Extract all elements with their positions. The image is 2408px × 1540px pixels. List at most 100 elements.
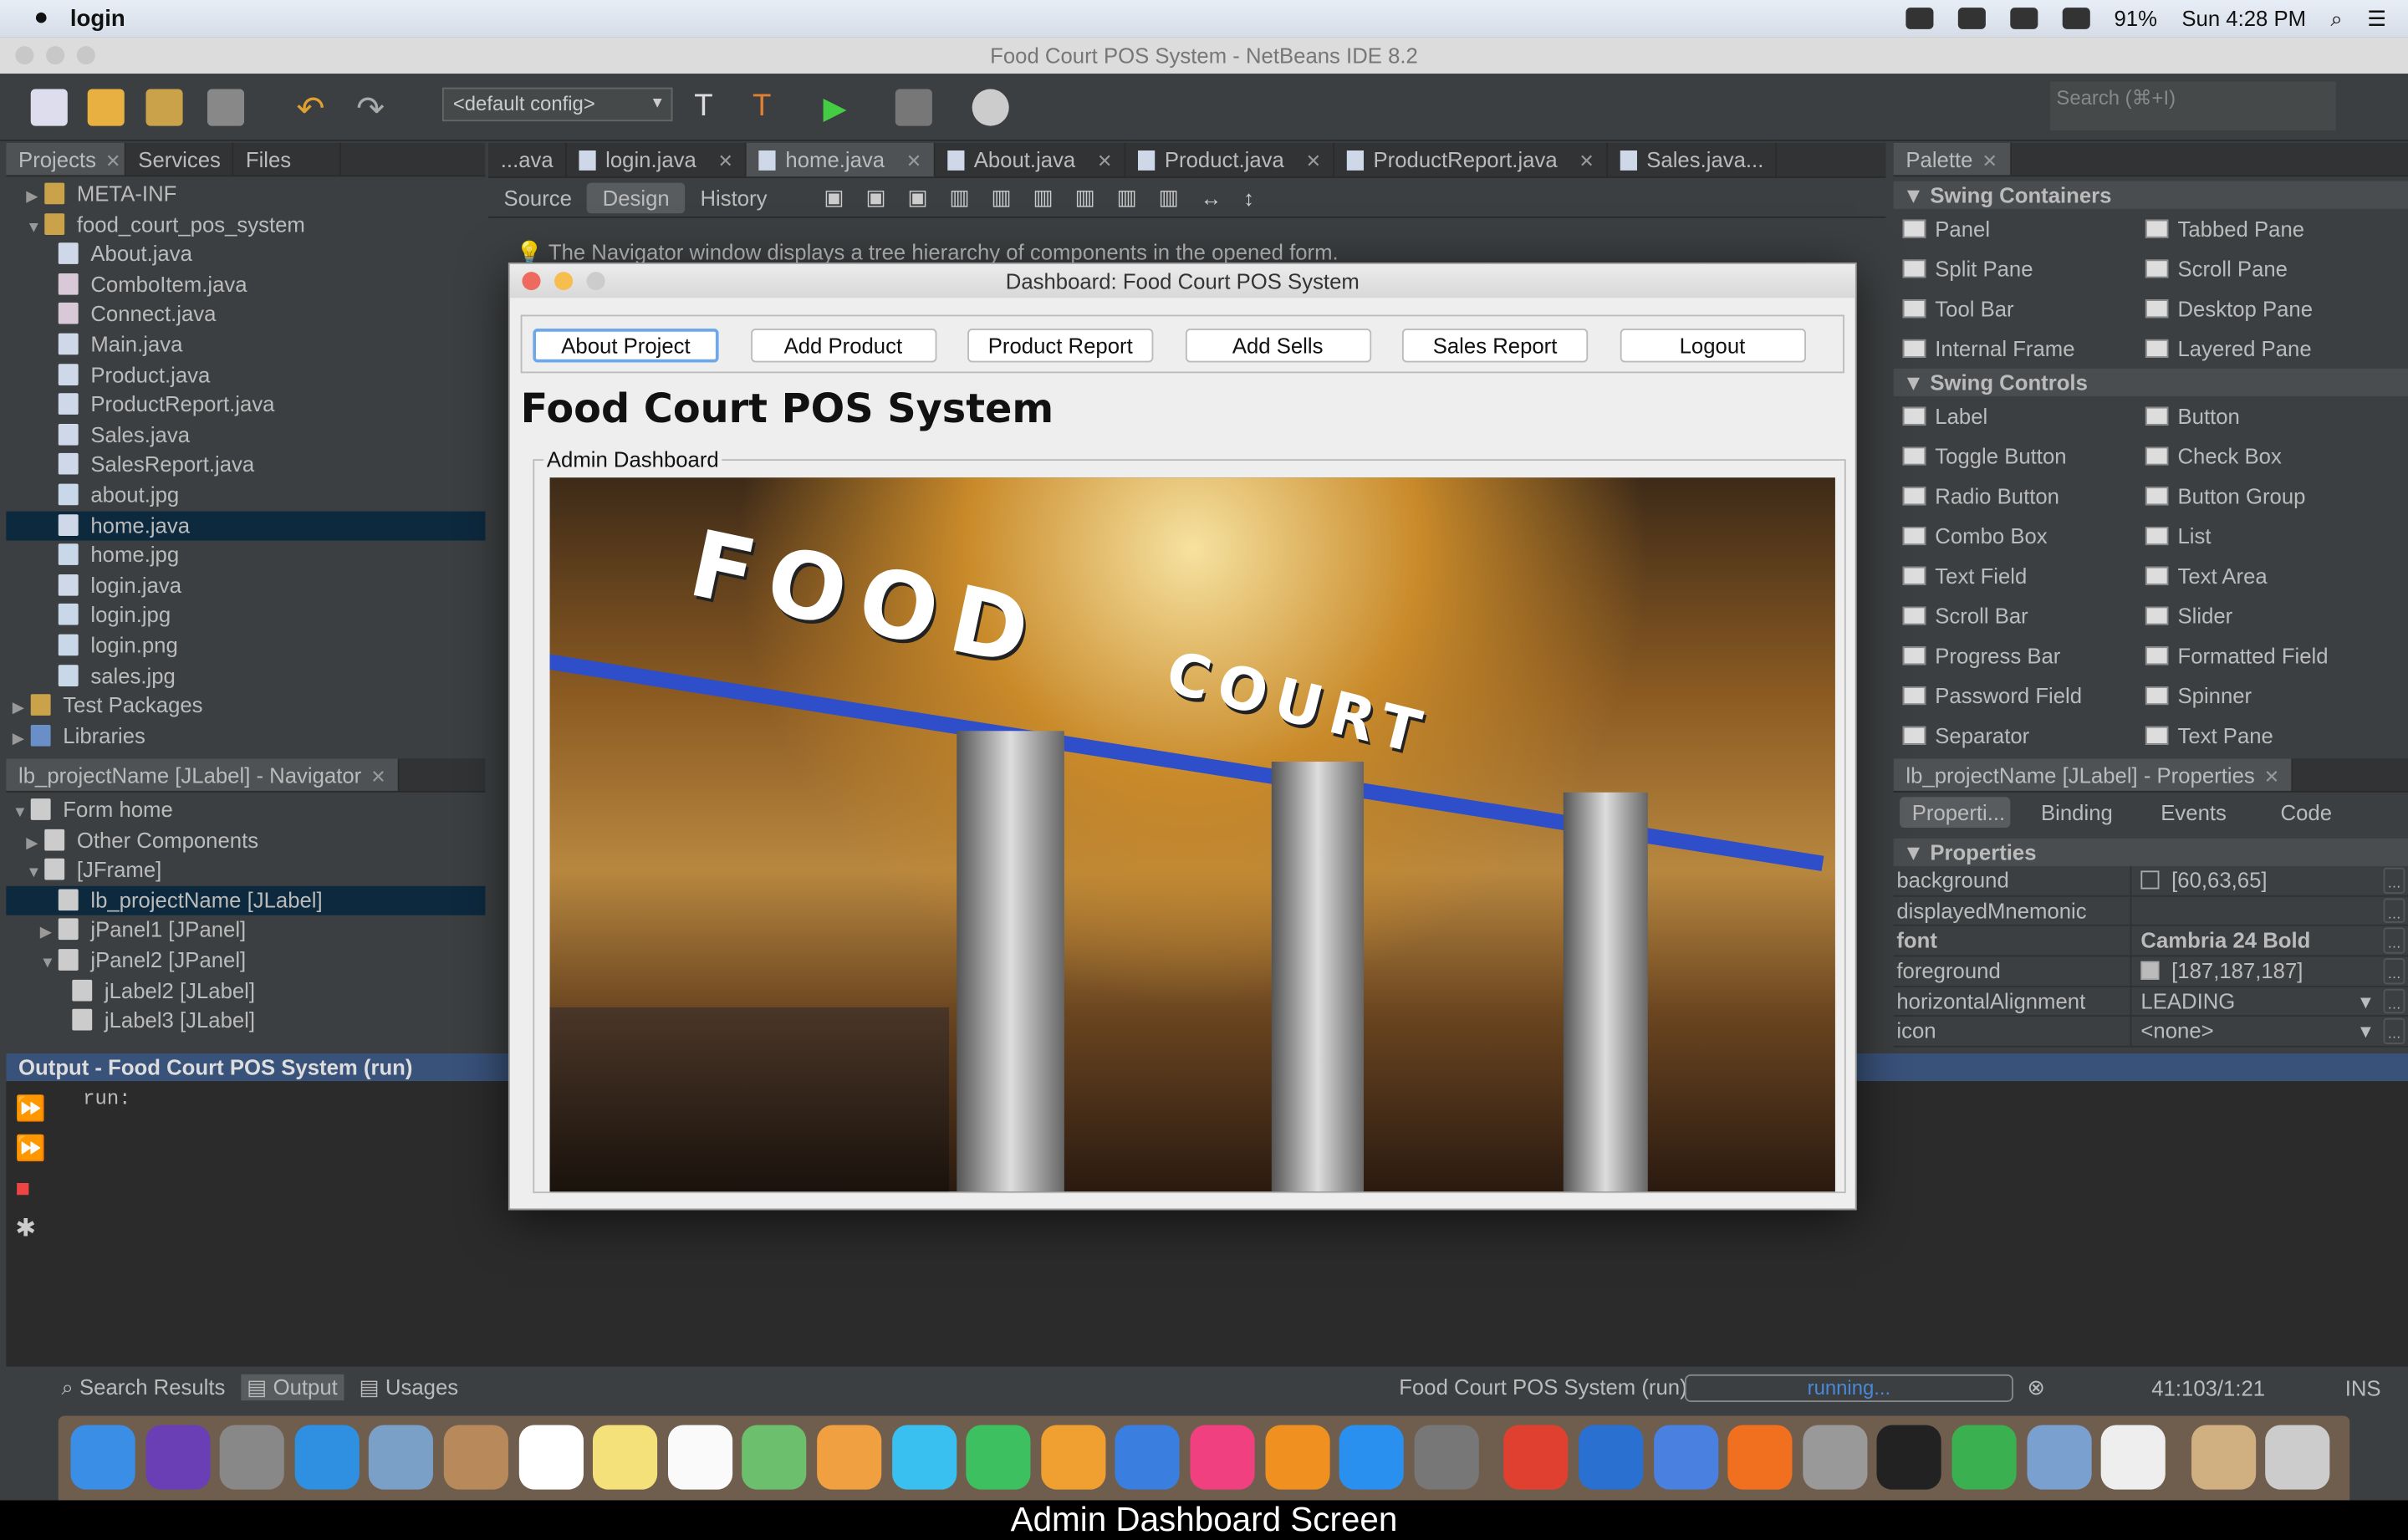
properties-section[interactable]: ▼ Properties	[1893, 838, 2408, 866]
siri-icon[interactable]	[145, 1425, 210, 1490]
clean-build-icon[interactable]: T	[752, 89, 789, 126]
profile-icon[interactable]	[972, 89, 1009, 126]
clock[interactable]: Sun 4:28 PM	[2181, 6, 2306, 30]
tree-item[interactable]: jLabel2 [JLabel]	[6, 976, 485, 1006]
tab-navigator[interactable]: lb_projectName [JLabel] - Navigator ✕	[6, 758, 400, 791]
resize-vertical-icon[interactable]: ↕	[1232, 185, 1265, 209]
dialog-zoom-button[interactable]	[586, 272, 605, 291]
tree-item[interactable]: ▼ Form home	[6, 795, 485, 825]
terminal-icon[interactable]	[1877, 1425, 1942, 1490]
tree-item[interactable]: login.java	[6, 571, 485, 601]
tree-item[interactable]: ▶ Other Components	[6, 825, 485, 855]
tab-projects[interactable]: Projects ✕	[6, 142, 126, 176]
messages-icon[interactable]	[891, 1425, 957, 1490]
tab-services[interactable]: Services	[126, 142, 234, 176]
palette-item-text-field[interactable]: Text Field	[1902, 556, 2145, 596]
property-row[interactable]: displayedMnemonic…	[1893, 896, 2408, 927]
facetime-icon[interactable]	[966, 1425, 1031, 1490]
palette-item-panel[interactable]: Panel	[1902, 209, 2145, 249]
property-value[interactable]: [60,63,65]	[2131, 866, 2380, 895]
maps-icon[interactable]	[742, 1425, 808, 1490]
minimize-button[interactable]	[46, 46, 65, 65]
docker-icon[interactable]	[1957, 8, 1986, 29]
trash-icon[interactable]	[2265, 1425, 2331, 1490]
ellipsis-button[interactable]: …	[2383, 958, 2405, 984]
system-preferences-icon[interactable]	[1414, 1425, 1479, 1490]
tab-palette[interactable]: Palette ✕	[1893, 142, 2012, 176]
palette-item-internal-frame[interactable]: Internal Frame	[1902, 329, 2145, 369]
tree-item[interactable]: Main.java	[6, 330, 485, 360]
debug-icon[interactable]	[895, 89, 932, 126]
numbers-icon[interactable]	[1951, 1425, 2017, 1490]
ibooks-icon[interactable]	[1264, 1425, 1329, 1490]
selection-mode-icon[interactable]: ▣	[814, 184, 855, 210]
reminders-icon[interactable]	[667, 1425, 732, 1490]
tree-item[interactable]: Sales.java	[6, 421, 485, 451]
product-report-button[interactable]: Product Report	[967, 329, 1154, 363]
chrome-icon[interactable]	[1503, 1425, 1569, 1490]
tree-item[interactable]: ▶ Test Packages	[6, 691, 485, 722]
expanded-arrow-icon[interactable]: ▼	[26, 859, 44, 889]
editor-tab[interactable]: home.java ✕	[747, 142, 936, 177]
ellipsis-button[interactable]: …	[2383, 867, 2405, 894]
collapsed-arrow-icon[interactable]: ▶	[26, 829, 44, 859]
palette-item-check-box[interactable]: Check Box	[2145, 436, 2388, 477]
stop-icon[interactable]: ■	[15, 1170, 48, 1211]
new-file-icon[interactable]	[30, 89, 68, 126]
editor-tab[interactable]: ...ava	[488, 142, 568, 177]
zoom-button[interactable]	[76, 46, 95, 65]
palette-item-tool-bar[interactable]: Tool Bar	[1902, 288, 2145, 329]
mode-source[interactable]: Source	[488, 182, 587, 213]
center-vertical-icon[interactable]: ▥	[1148, 184, 1190, 210]
mail-icon[interactable]	[369, 1425, 434, 1490]
settings-icon[interactable]: ✱	[15, 1210, 48, 1250]
editor-tab[interactable]: ProductReport.java ✕	[1335, 142, 1609, 177]
add-sells-button[interactable]: Add Sells	[1185, 329, 1371, 363]
collapsed-arrow-icon[interactable]: ▶	[26, 183, 44, 213]
palette-item-scroll-bar[interactable]: Scroll Bar	[1902, 596, 2145, 636]
palette-category[interactable]: ▼ Swing Containers	[1893, 181, 2408, 209]
palette-item-button[interactable]: Button	[2145, 396, 2388, 436]
app-menu[interactable]: login	[70, 5, 125, 31]
tree-item[interactable]: Product.java	[6, 360, 485, 390]
tree-item[interactable]: about.jpg	[6, 481, 485, 511]
expanded-arrow-icon[interactable]: ▼	[13, 798, 31, 829]
palette-item-layered-pane[interactable]: Layered Pane	[2145, 329, 2388, 369]
editor-tab[interactable]: Product.java ✕	[1126, 142, 1335, 177]
property-row[interactable]: background [60,63,65]…	[1893, 865, 2408, 897]
redo-icon[interactable]: ↷	[356, 89, 393, 128]
tab-output[interactable]: ▤ Output	[240, 1374, 344, 1401]
expanded-arrow-icon[interactable]: ▼	[26, 213, 44, 243]
java-icon[interactable]	[2100, 1425, 2166, 1490]
tree-item[interactable]: ProductReport.java	[6, 390, 485, 421]
run-icon[interactable]: ▶	[823, 89, 860, 125]
dropdown-icon[interactable]: ▾	[2360, 1017, 2371, 1048]
contacts-icon[interactable]	[443, 1425, 508, 1490]
cancel-task-icon[interactable]: ⊗	[2027, 1374, 2045, 1400]
chrome-canary-icon[interactable]	[1653, 1425, 1718, 1490]
close-icon[interactable]: ✕	[718, 150, 733, 172]
tab-usages[interactable]: ▤ Usages	[353, 1374, 464, 1400]
save-all-icon[interactable]	[207, 89, 245, 126]
close-button[interactable]	[15, 46, 34, 65]
search-input[interactable]: Search (⌘+I)	[2050, 81, 2336, 131]
align-left-icon[interactable]: ▥	[939, 184, 981, 210]
tree-item[interactable]: home.jpg	[6, 541, 485, 571]
preview-design-icon[interactable]: ▣	[897, 184, 939, 210]
tree-item[interactable]: ▼ food_court_pos_system	[6, 210, 485, 240]
palette-item-label[interactable]: Label	[1902, 396, 2145, 436]
close-icon[interactable]: ✕	[906, 150, 921, 172]
editor-tab[interactable]: Sales.java...	[1608, 142, 1778, 177]
close-icon[interactable]: ✕	[1982, 150, 1997, 172]
finder-icon[interactable]	[70, 1425, 135, 1490]
tree-item[interactable]: sales.jpg	[6, 661, 485, 691]
tab-files[interactable]: Files	[233, 142, 341, 176]
tree-item[interactable]: Connect.java	[6, 300, 485, 330]
palette-item-scroll-pane[interactable]: Scroll Pane	[2145, 249, 2388, 289]
tree-item[interactable]: login.png	[6, 631, 485, 661]
tree-item[interactable]: ▶ jPanel1 [JPanel]	[6, 915, 485, 946]
notes-icon[interactable]	[593, 1425, 658, 1490]
config-select[interactable]: <default config> ▼	[441, 87, 673, 122]
keynote-icon[interactable]	[1115, 1425, 1181, 1490]
tab-search-results[interactable]: ⌕ Search Results	[55, 1374, 232, 1400]
